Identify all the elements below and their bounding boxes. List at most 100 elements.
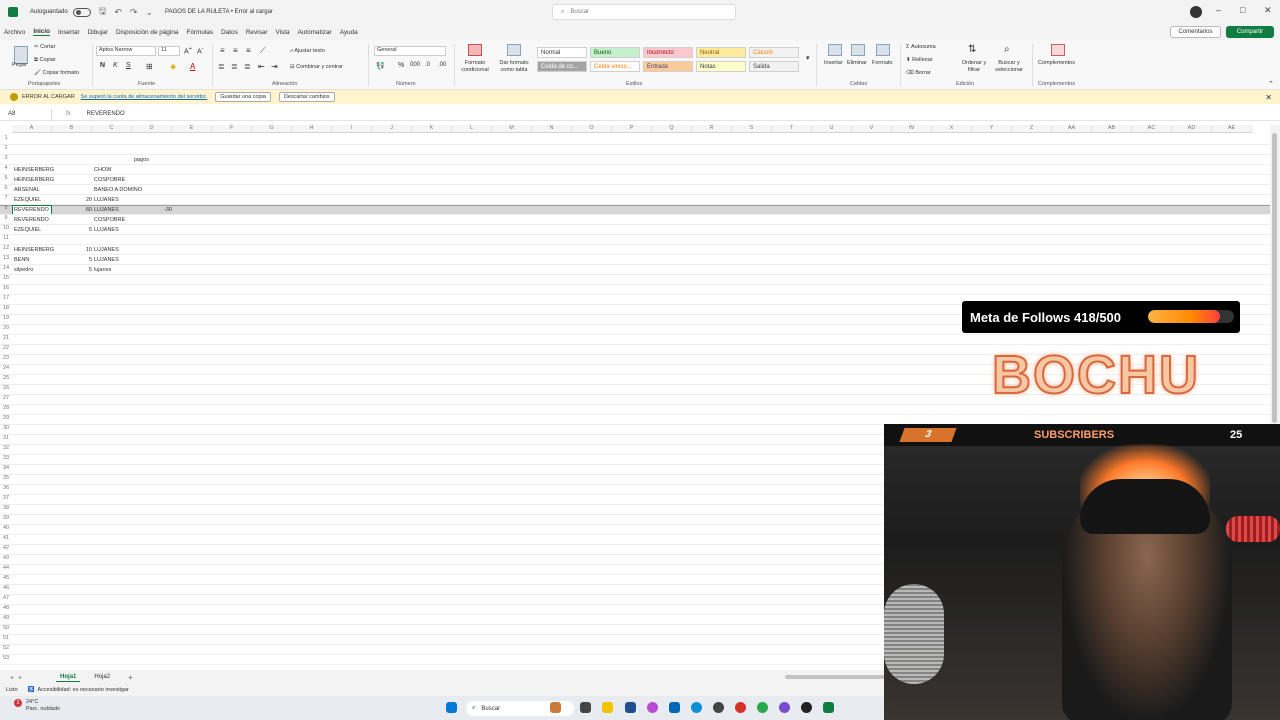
cell-b13[interactable]: 5 (52, 255, 92, 265)
close-button[interactable]: ✕ (1264, 5, 1272, 16)
cell-c5[interactable]: COSPOBRE (94, 175, 125, 185)
fill-button[interactable]: ⬇ Rellenar (906, 57, 933, 63)
next-sheet-icon[interactable]: ▸ (19, 674, 22, 681)
row-header[interactable]: 34 (0, 465, 12, 475)
column-header[interactable]: M (492, 125, 532, 133)
cell-c8[interactable]: LUJANES (94, 205, 119, 215)
increase-indent-icon[interactable]: ⇥ (271, 62, 278, 71)
row-header[interactable]: 3 (0, 155, 12, 165)
column-header[interactable]: S (732, 125, 772, 133)
column-header[interactable]: N (532, 125, 572, 133)
format-cells-button[interactable]: Formato (872, 60, 892, 66)
sort-filter-icon[interactable]: ⇅ (968, 44, 976, 55)
align-middle-icon[interactable]: ≡ (233, 46, 238, 55)
font-color-icon[interactable]: A (190, 62, 195, 71)
insert-cells-icon[interactable] (828, 44, 842, 56)
row-header[interactable]: 30 (0, 425, 12, 435)
cell-a10[interactable]: EZEQUIEL (14, 225, 41, 235)
cell-a14[interactable]: silpedro (14, 265, 33, 275)
align-left-icon[interactable]: ≣ (218, 62, 225, 71)
underline-icon[interactable]: S (126, 62, 131, 69)
excel-taskbar-icon[interactable] (823, 702, 834, 713)
row-header[interactable]: 52 (0, 645, 12, 655)
row-header[interactable]: 44 (0, 565, 12, 575)
row-header[interactable]: 2 (0, 145, 12, 155)
wrap-text-button[interactable]: ⤶ Ajustar texto (290, 48, 325, 55)
number-format-select[interactable]: General (374, 46, 446, 56)
cell-d3[interactable]: pagos (134, 155, 149, 165)
row-header[interactable]: 5 (0, 175, 12, 185)
column-header[interactable]: G (252, 125, 292, 133)
tab-datos[interactable]: Datos (221, 29, 238, 36)
align-top-icon[interactable]: ≡ (220, 46, 225, 55)
cell-b8[interactable]: 60 (52, 205, 92, 215)
font-size-select[interactable]: 11 (158, 46, 180, 56)
column-header[interactable]: O (572, 125, 612, 133)
row-header[interactable]: 46 (0, 585, 12, 595)
column-header[interactable]: E (172, 125, 212, 133)
comma-style-icon[interactable]: 000 (410, 62, 420, 68)
align-bottom-icon[interactable]: ≡ (246, 46, 251, 55)
decrease-decimal-icon[interactable]: .00 (438, 62, 446, 68)
cell-c9[interactable]: COSPOBRE (94, 215, 125, 225)
row-header[interactable]: 6 (0, 185, 12, 195)
row-header[interactable]: 31 (0, 435, 12, 445)
cell-style-3[interactable]: Incorrecto (643, 47, 693, 58)
column-header[interactable]: P (612, 125, 652, 133)
row-header[interactable]: 21 (0, 335, 12, 345)
app2-icon[interactable] (779, 702, 790, 713)
row-header[interactable]: 22 (0, 345, 12, 355)
row-header[interactable]: 4 (0, 165, 12, 175)
column-header[interactable]: Z (1012, 125, 1052, 133)
cell-style-2[interactable]: Bueno (590, 47, 640, 58)
cell-style-6[interactable]: Celda de co... (537, 61, 587, 72)
maximize-button[interactable]: □ (1240, 5, 1245, 15)
fill-color-icon[interactable]: ◈ (170, 62, 176, 71)
cell-a4[interactable]: HEINSERBERG (14, 165, 54, 175)
column-header[interactable]: L (452, 125, 492, 133)
row-header[interactable]: 9 (0, 215, 12, 225)
row-header[interactable]: 27 (0, 395, 12, 405)
name-box[interactable]: A8 (0, 108, 52, 120)
row-header[interactable]: 23 (0, 355, 12, 365)
horizontal-scroll-thumb[interactable] (785, 675, 885, 679)
row-header[interactable]: 10 (0, 225, 12, 235)
task-view-icon[interactable] (580, 702, 591, 713)
row-header[interactable]: 8 (0, 205, 12, 215)
save-copy-button[interactable]: Guardar una copia (215, 92, 271, 102)
row-header[interactable]: 32 (0, 445, 12, 455)
delete-cells-button[interactable]: Eliminar (847, 60, 867, 66)
store-icon[interactable] (625, 702, 636, 713)
cell-style-1[interactable]: Normal (537, 47, 587, 58)
row-header[interactable]: 14 (0, 265, 12, 275)
shrink-font-icon[interactable]: A- (197, 46, 204, 55)
align-center-icon[interactable]: ≣ (231, 62, 238, 71)
column-header[interactable]: H (292, 125, 332, 133)
cell-a12[interactable]: HEINSERBERG (14, 245, 54, 255)
file-explorer-icon[interactable] (602, 702, 613, 713)
row-header[interactable]: 35 (0, 475, 12, 485)
row-header[interactable]: 24 (0, 365, 12, 375)
column-header[interactable]: Y (972, 125, 1012, 133)
font-name-select[interactable]: Aptos Narrow (96, 46, 156, 56)
cell-b7[interactable]: 20 (52, 195, 92, 205)
format-cells-icon[interactable] (876, 44, 890, 56)
windows-start-icon[interactable] (446, 702, 457, 713)
sheet-tab-hoja2[interactable]: Hoja2 (90, 673, 114, 681)
cell-d8[interactable]: -30 (134, 205, 172, 215)
tab-f-rmulas[interactable]: Fórmulas (186, 29, 213, 36)
cell-a8[interactable]: REVERENDO (14, 205, 49, 215)
column-header[interactable]: J (372, 125, 412, 133)
row-header[interactable]: 18 (0, 305, 12, 315)
row-header[interactable]: 36 (0, 485, 12, 495)
column-header[interactable]: D (132, 125, 172, 133)
column-header[interactable]: B (52, 125, 92, 133)
cell-c14[interactable]: lujanes (94, 265, 111, 275)
cell-c7[interactable]: LUJANES (94, 195, 119, 205)
sort-filter-button[interactable]: Ordenar y filtrar (960, 60, 988, 74)
row-header[interactable]: 50 (0, 625, 12, 635)
tab-automatizar[interactable]: Automatizar (298, 29, 332, 36)
collapse-ribbon-icon[interactable]: ⌃ (1268, 80, 1274, 88)
cell-c13[interactable]: LUJANES (94, 255, 119, 265)
sheet-tab-hoja1[interactable]: Hoja1 (56, 673, 81, 682)
